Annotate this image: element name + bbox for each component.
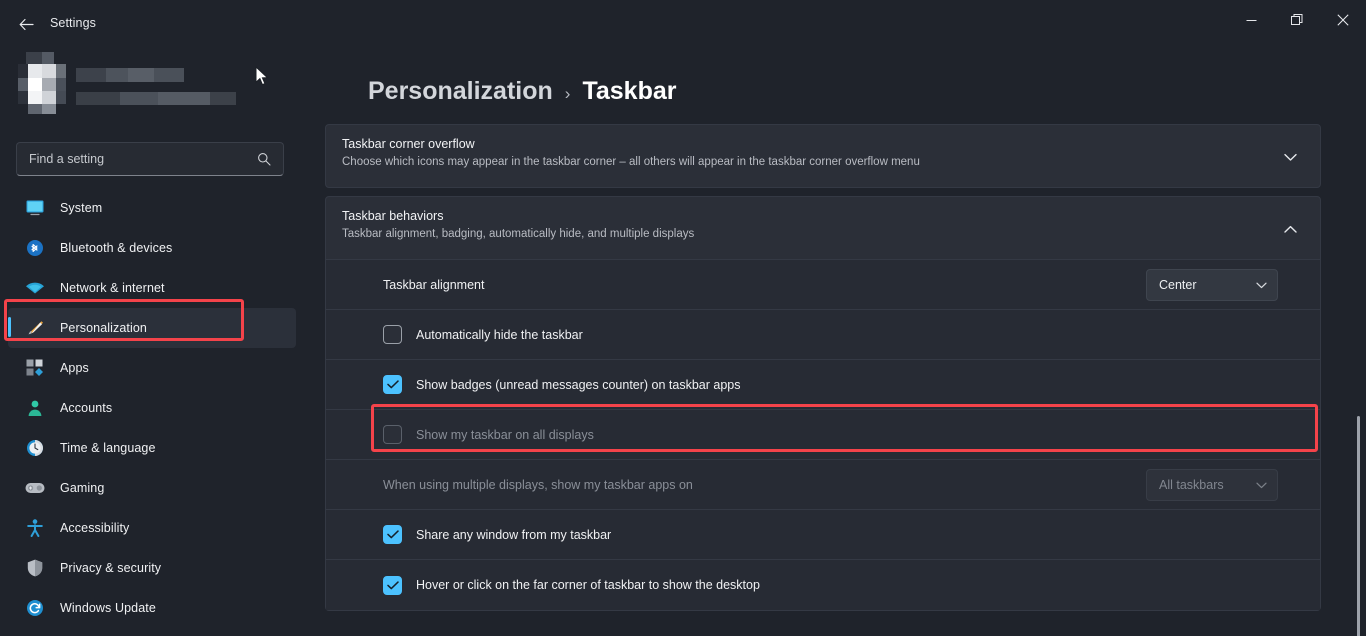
taskbar-alignment-dropdown[interactable]: Center [1146,269,1278,301]
chevron-down-icon [1256,278,1267,292]
system-icon [22,197,48,219]
row-show-badges[interactable]: Show badges (unread messages counter) on… [326,360,1320,410]
sidebar-item-system[interactable]: System [8,188,296,228]
row-show-my-taskbar-on-all-displays: Show my taskbar on all displays [326,410,1320,460]
card-taskbar-corner-overflow[interactable]: Taskbar corner overflow Choose which ico… [325,124,1321,188]
sidebar-item-network-internet[interactable]: Network & internet [8,268,296,308]
row-label: Automatically hide the taskbar [416,327,583,342]
settings-window: Settings Find a setting System Bluetooth… [0,0,1366,636]
checkbox-show-badges[interactable] [383,375,402,394]
accounts-icon [22,397,48,419]
sidebar-item-label: Accounts [60,401,113,415]
row-taskbar-alignment: Taskbar alignment Center [326,260,1320,310]
sidebar-item-label: Accessibility [60,521,130,535]
multiple-displays-dropdown: All taskbars [1146,469,1278,501]
account-profile[interactable] [18,48,278,120]
sidebar-item-windows-update[interactable]: Windows Update [8,588,296,628]
sidebar: System Bluetooth & devices [0,44,320,636]
minimize-button[interactable] [1228,0,1274,40]
row-when-using-multiple-displays: When using multiple displays, show my ta… [326,460,1320,510]
close-button[interactable] [1320,0,1366,40]
sidebar-item-label: Network & internet [60,281,165,295]
chevron-up-icon[interactable] [1276,215,1304,243]
apps-icon [22,357,48,379]
time-language-icon [22,437,48,459]
row-label: Hover or click on the far corner of task… [416,578,760,592]
back-button[interactable] [10,9,42,39]
behaviors-rows: Taskbar alignment Center Automatically h… [326,259,1320,610]
sidebar-item-label: System [60,201,103,215]
row-label: Taskbar alignment [383,277,485,292]
search-input[interactable] [17,152,257,166]
checkbox-automatically-hide[interactable] [383,325,402,344]
sidebar-item-label: Bluetooth & devices [60,241,173,255]
row-label: When using multiple displays, show my ta… [383,477,693,492]
app-title: Settings [50,16,96,30]
privacy-security-icon [22,557,48,579]
sidebar-item-label: Privacy & security [60,561,162,575]
row-label: Show my taskbar on all displays [416,427,594,442]
bluetooth-icon [22,237,48,259]
sidebar-item-bluetooth-devices[interactable]: Bluetooth & devices [8,228,296,268]
sidebar-item-label: Time & language [60,441,156,455]
sidebar-item-accessibility[interactable]: Accessibility [8,508,296,548]
search-box[interactable] [16,142,284,176]
chevron-down-icon [1256,478,1267,492]
avatar [18,52,70,114]
sidebar-nav: System Bluetooth & devices Network & int… [0,188,320,628]
breadcrumb-personalization[interactable]: Personalization [368,77,553,106]
sidebar-item-accounts[interactable]: Accounts [8,388,296,428]
checkbox-share-any-window[interactable] [383,525,402,544]
dropdown-value: Center [1159,278,1197,292]
checkbox-show-taskbar-all-displays [383,425,402,444]
sidebar-item-label: Apps [60,361,89,375]
chevron-down-icon[interactable] [1276,143,1304,171]
page-title: Taskbar [582,77,677,105]
sidebar-item-gaming[interactable]: Gaming [8,468,296,508]
sidebar-item-label: Windows Update [60,601,156,615]
row-label: Show badges (unread messages counter) on… [416,377,741,392]
sidebar-item-time-language[interactable]: Time & language [8,428,296,468]
title-bar: Settings [0,0,1366,48]
card-title: Taskbar behaviors [342,209,444,223]
network-icon [22,277,48,299]
card-subtitle: Choose which icons may appear in the tas… [342,156,920,168]
breadcrumb: Personalization › Taskbar [368,77,676,106]
card-subtitle: Taskbar alignment, badging, automaticall… [342,228,695,240]
mouse-cursor [255,65,270,92]
restore-button[interactable] [1274,0,1320,40]
dropdown-value: All taskbars [1159,478,1224,492]
row-automatically-hide-the-taskbar[interactable]: Automatically hide the taskbar [326,310,1320,360]
sidebar-item-label: Personalization [60,321,147,335]
card-header[interactable]: Taskbar behaviors Taskbar alignment, bad… [326,197,1320,259]
row-share-any-window[interactable]: Share any window from my taskbar [326,510,1320,560]
row-hover-far-corner[interactable]: Hover or click on the far corner of task… [326,560,1320,610]
gaming-icon [22,477,48,499]
row-label: Share any window from my taskbar [416,527,612,542]
card-taskbar-behaviors: Taskbar behaviors Taskbar alignment, bad… [325,196,1321,611]
breadcrumb-separator-icon: › [564,84,571,103]
vertical-scrollbar[interactable] [1357,416,1360,636]
main-content: Personalization › Taskbar Taskbar corner… [325,44,1366,636]
windows-update-icon [22,597,48,619]
checkbox-hover-far-corner[interactable] [383,575,402,595]
card-title: Taskbar corner overflow [342,137,475,151]
sidebar-item-privacy-security[interactable]: Privacy & security [8,548,296,588]
window-controls [1228,0,1366,40]
personalization-icon [22,317,48,339]
accessibility-icon [22,517,48,539]
search-icon [257,152,283,166]
sidebar-item-apps[interactable]: Apps [8,348,296,388]
sidebar-item-personalization[interactable]: Personalization [8,308,296,348]
sidebar-item-label: Gaming [60,481,105,495]
card-header[interactable]: Taskbar corner overflow Choose which ico… [326,125,1320,187]
